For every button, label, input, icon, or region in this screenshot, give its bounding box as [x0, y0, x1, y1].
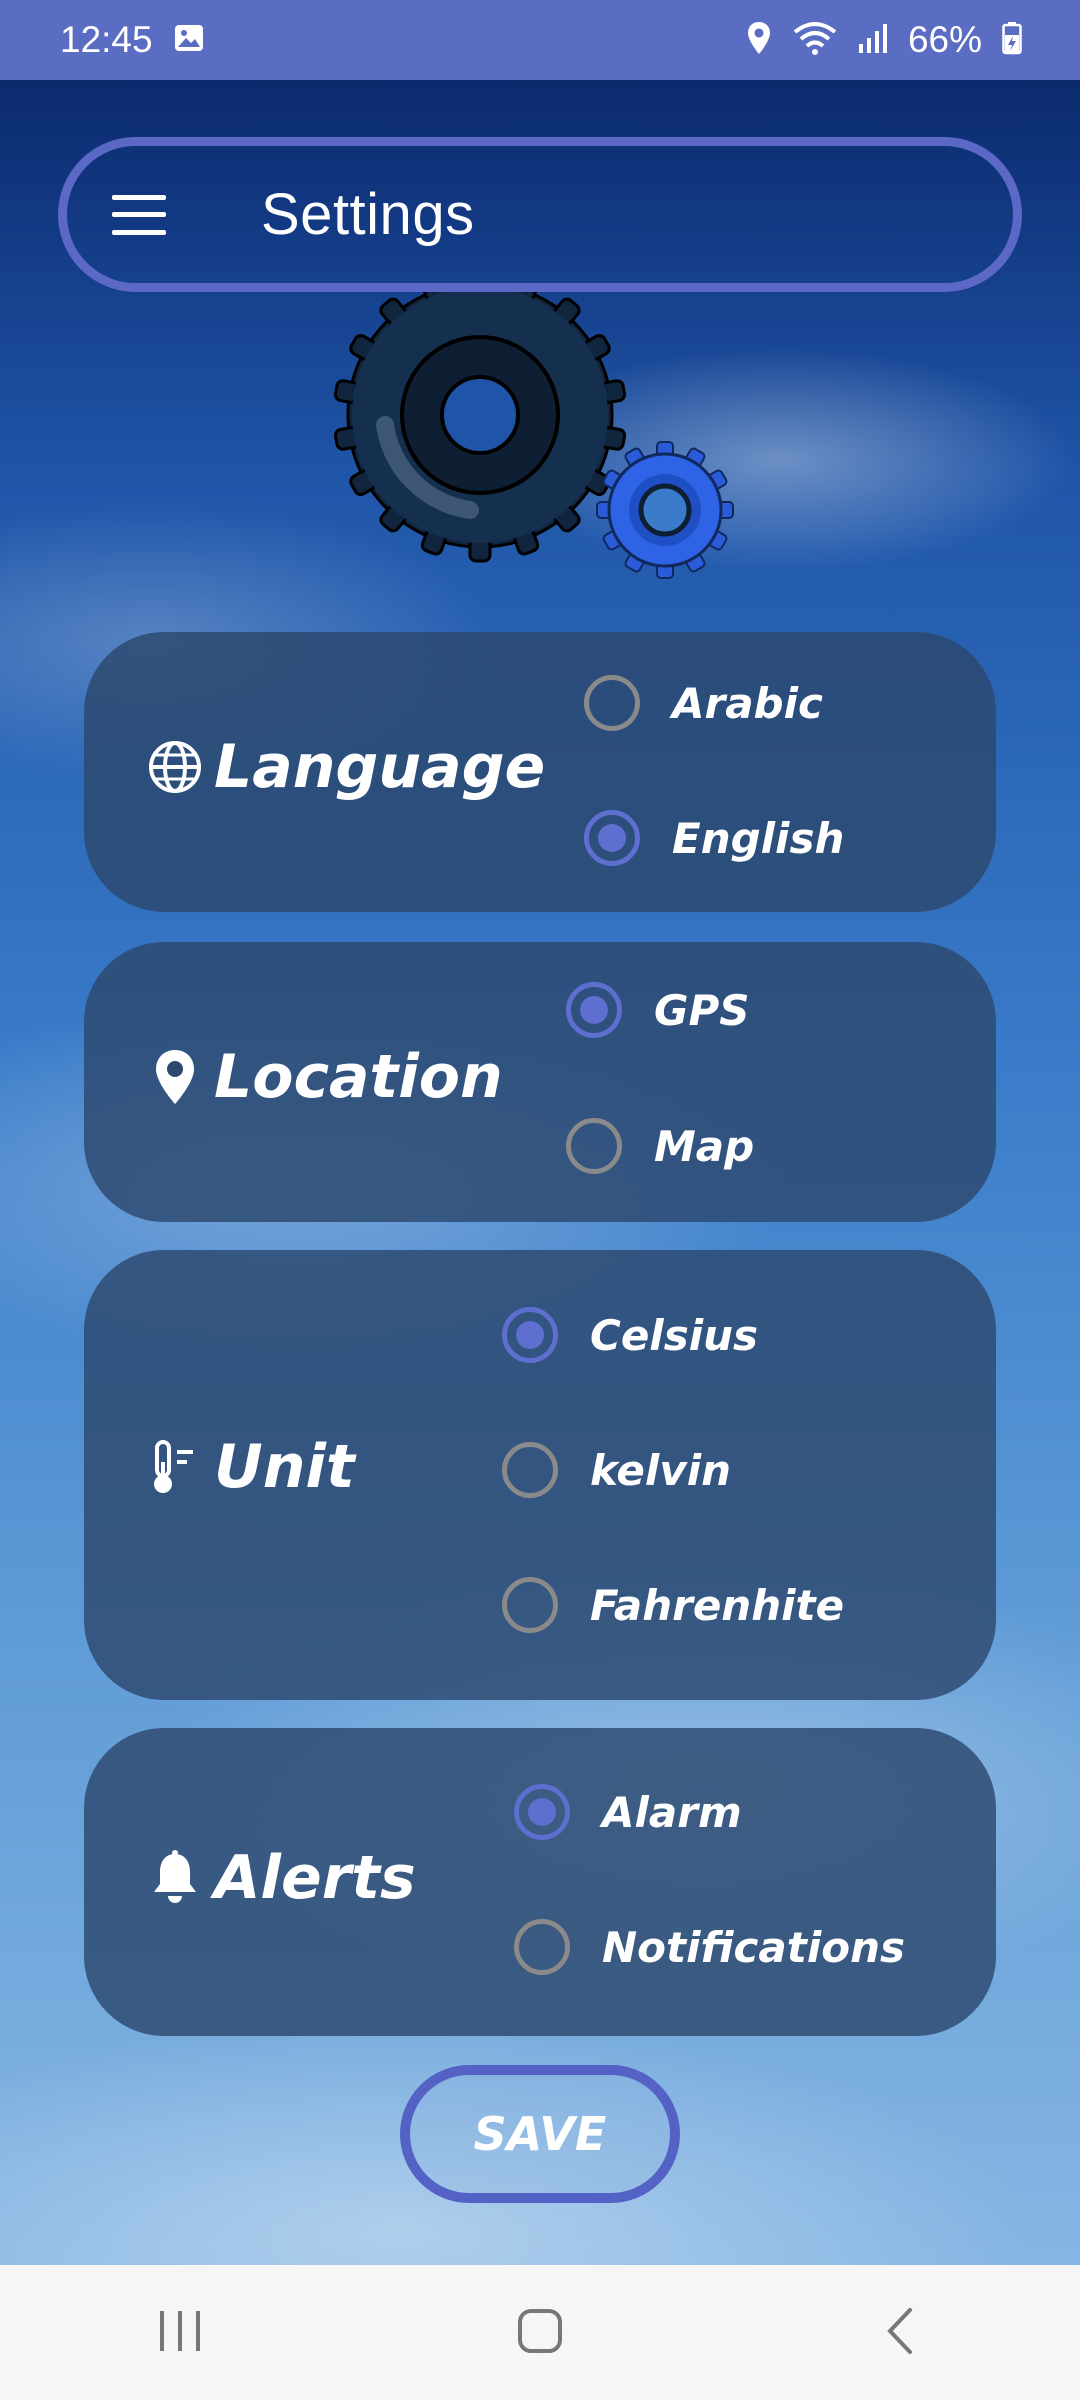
language-card: Language Arabic English	[84, 632, 996, 912]
image-icon	[173, 22, 205, 58]
page-title: Settings	[261, 182, 475, 247]
back-icon	[884, 2306, 916, 2360]
radio-fahrenhite[interactable]	[502, 1577, 558, 1633]
radio-map[interactable]	[566, 1118, 622, 1174]
radio-english[interactable]	[584, 810, 640, 866]
home-button[interactable]	[480, 2283, 600, 2383]
location-icon	[746, 21, 772, 59]
location-label: Location	[146, 1042, 503, 1112]
radio-kelvin[interactable]	[502, 1442, 558, 1498]
option-map[interactable]: Map	[566, 1118, 754, 1174]
radio-notifications[interactable]	[514, 1919, 570, 1975]
radio-gps[interactable]	[566, 982, 622, 1038]
unit-label: Unit	[146, 1432, 355, 1502]
status-time: 12:45	[60, 19, 153, 60]
language-label: Language	[146, 732, 545, 802]
battery-icon	[1002, 21, 1022, 59]
status-bar: 12:45 66%	[0, 0, 1080, 80]
battery-percent: 66%	[907, 19, 982, 60]
option-kelvin[interactable]: kelvin	[502, 1442, 731, 1498]
recent-apps-button[interactable]	[120, 2283, 240, 2383]
gears-illustration	[330, 267, 750, 585]
option-arabic[interactable]: Arabic	[584, 675, 823, 731]
save-button[interactable]: SAVE	[400, 2065, 680, 2203]
radio-alarm[interactable]	[514, 1784, 570, 1840]
option-celsius[interactable]: Celsius	[502, 1307, 758, 1363]
alerts-label: Alerts	[146, 1843, 416, 1913]
settings-screen: 12:45 66% Settings Language Arabic Engli…	[0, 0, 1080, 2400]
globe-icon	[146, 738, 204, 796]
thermometer-icon	[146, 1438, 204, 1496]
option-alarm[interactable]: Alarm	[514, 1784, 742, 1840]
top-app-bar: Settings	[58, 137, 1022, 292]
radio-arabic[interactable]	[584, 675, 640, 731]
location-card: Location GPS Map	[84, 942, 996, 1222]
unit-card: Unit Celsius kelvin Fahrenhite	[84, 1250, 996, 1700]
option-english[interactable]: English	[584, 810, 844, 866]
recent-apps-icon	[157, 2309, 203, 2357]
signal-icon	[858, 22, 888, 58]
home-icon	[517, 2308, 563, 2358]
hamburger-menu-icon[interactable]	[112, 194, 166, 235]
bell-icon	[146, 1849, 204, 1907]
radio-celsius[interactable]	[502, 1307, 558, 1363]
option-notifications[interactable]: Notifications	[514, 1919, 905, 1975]
system-nav-bar	[0, 2265, 1080, 2400]
location-pin-icon	[146, 1048, 204, 1106]
back-button[interactable]	[840, 2283, 960, 2383]
option-gps[interactable]: GPS	[566, 982, 750, 1038]
option-fahrenhite[interactable]: Fahrenhite	[502, 1577, 844, 1633]
alerts-card: Alerts Alarm Notifications	[84, 1728, 996, 2036]
wifi-icon	[792, 20, 838, 60]
